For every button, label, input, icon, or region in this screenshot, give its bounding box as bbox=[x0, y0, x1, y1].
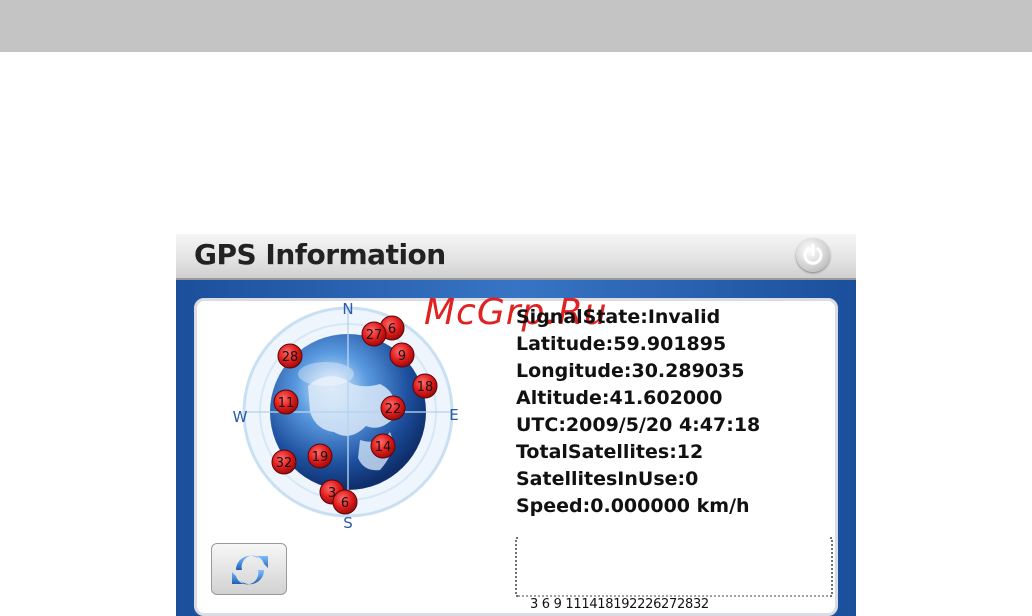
satellite-marker: 32 bbox=[271, 449, 297, 475]
satellite-marker: 6 bbox=[332, 489, 358, 515]
refresh-icon bbox=[232, 555, 268, 585]
signal-bar-labels: 3 6 9 111418192226272832 bbox=[530, 597, 709, 612]
power-button[interactable] bbox=[796, 238, 830, 272]
top-bar bbox=[0, 0, 1032, 52]
satellite-marker: 14 bbox=[370, 433, 396, 459]
satellite-marker: 22 bbox=[380, 395, 406, 421]
compass-south: S bbox=[343, 514, 353, 532]
satellite-label: 28 bbox=[282, 350, 299, 365]
signal-state: SignalState:Invalid bbox=[516, 306, 721, 328]
utc-time: UTC:2009/5/20 4:47:18 bbox=[516, 414, 761, 436]
satellite-label: 9 bbox=[398, 349, 406, 364]
satellite-label: 6 bbox=[341, 496, 349, 511]
satellite-marker: 28 bbox=[277, 343, 303, 369]
speed: Speed:0.000000 km/h bbox=[516, 495, 750, 517]
compass-north: N bbox=[342, 300, 353, 318]
compass-east: E bbox=[449, 406, 458, 424]
satellite-label: 22 bbox=[385, 402, 402, 417]
satellite-label: 18 bbox=[417, 380, 434, 395]
sky-view: N S E W 6 27 9 28 18 11 22 14 19 32 3 6 bbox=[233, 300, 459, 532]
longitude: Longitude:30.289035 bbox=[516, 360, 745, 382]
satellite-marker: 11 bbox=[273, 389, 299, 415]
altitude: Altitude:41.602000 bbox=[516, 387, 723, 409]
satellite-marker: 19 bbox=[307, 443, 333, 469]
window-title: GPS Information bbox=[194, 238, 446, 271]
satellite-label: 6 bbox=[388, 322, 396, 337]
refresh-button[interactable] bbox=[211, 543, 287, 595]
satellite-marker: 9 bbox=[389, 342, 415, 368]
satellites-in-use: SatellitesInUse:0 bbox=[516, 468, 699, 490]
gps-info: SignalState:Invalid Latitude:59.901895 L… bbox=[516, 304, 836, 520]
satellite-label: 14 bbox=[375, 440, 392, 455]
satellite-label: 11 bbox=[278, 396, 295, 411]
signal-strength-chart bbox=[515, 537, 833, 597]
satellite-marker: 27 bbox=[361, 321, 387, 347]
compass-west: W bbox=[233, 408, 248, 426]
satellite-label: 19 bbox=[312, 450, 329, 465]
latitude: Latitude:59.901895 bbox=[516, 333, 727, 355]
power-icon bbox=[803, 243, 823, 265]
satellite-marker: 18 bbox=[412, 373, 438, 399]
title-bar: GPS Information bbox=[176, 234, 856, 280]
satellite-label: 32 bbox=[276, 456, 293, 471]
total-satellites: TotalSatellites:12 bbox=[516, 441, 704, 463]
satellite-label: 27 bbox=[366, 328, 383, 343]
